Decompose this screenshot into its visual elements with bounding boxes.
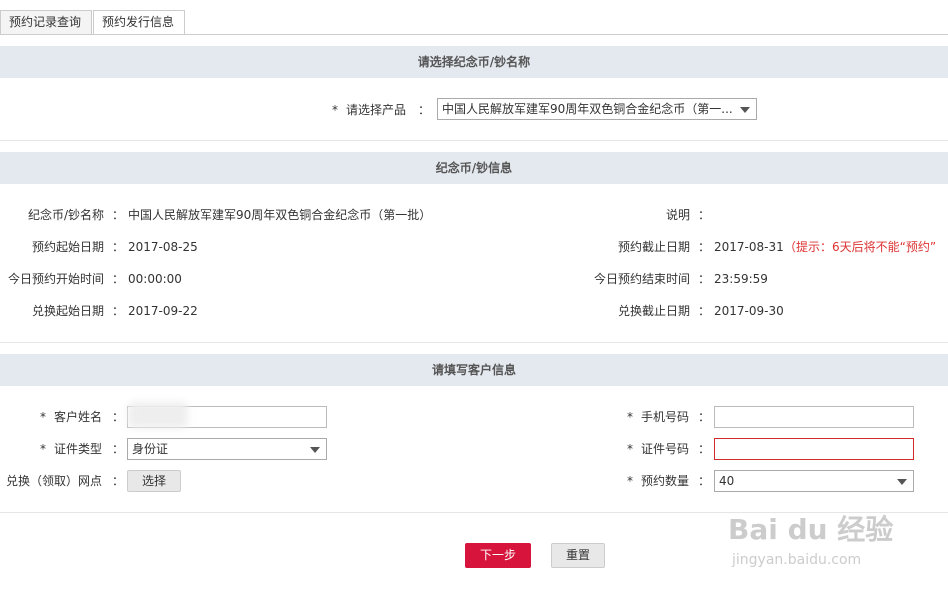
required-mark: * [627,410,633,424]
required-mark: * [332,103,338,117]
exchange-start-value: 2017-09-22 [128,304,198,318]
today-end-value: 23:59:59 [714,272,768,286]
required-mark: * [40,410,46,424]
chevron-down-icon [740,107,750,113]
coin-name-label: 纪念币/钞名称 [27,208,104,222]
section-coin-info-header: 纪念币/钞信息 [0,152,948,184]
product-label: 请选择产品 [346,103,407,117]
next-step-button[interactable]: 下一步 [465,543,531,568]
product-select-value: 中国人民解放军建军90周年双色铜合金纪念币（第一... [442,102,733,116]
colon: ： [698,410,711,424]
tab-reservation-info[interactable]: 预约发行信息 [93,10,185,34]
quantity-label: 预约数量 [641,474,690,488]
section-select-coin-header: 请选择纪念币/钞名称 [0,46,948,78]
divider [0,140,948,141]
product-select[interactable]: 中国人民解放军建军90周年双色铜合金纪念币（第一... [437,98,757,120]
select-branch-button[interactable]: 选择 [127,470,181,492]
phone-label: 手机号码 [641,410,690,424]
chevron-down-icon [310,447,320,453]
customer-name-label: 客户姓名 [54,410,103,424]
baidu-watermark-url: jingyan.baidu.com [732,552,862,568]
baidu-watermark-logo: Bai du 经验 [728,513,894,546]
required-mark: * [627,442,633,456]
today-start-label: 今日预约开始时间 [7,272,104,286]
description-label: 说明 [665,208,690,222]
tab-reservation-records[interactable]: 预约记录查询 [0,10,92,34]
colon: ： [698,304,711,318]
quantity-select[interactable]: 40 [714,470,914,492]
required-mark: * [627,474,633,488]
end-date-label: 预约截止日期 [617,240,690,254]
end-date-hint: （提示：6天后将不能“预约” [784,240,937,254]
colon: ： [112,304,125,318]
colon: ： [112,208,125,222]
id-type-select[interactable]: 身份证 [127,438,327,460]
colon: ： [112,240,125,254]
colon: ： [112,272,125,286]
phone-input[interactable] [714,406,914,428]
exchange-end-label: 兑换截止日期 [617,304,690,318]
today-end-label: 今日预约结束时间 [593,272,690,286]
section-customer-info-header: 请填写客户信息 [0,354,948,386]
exchange-start-label: 兑换起始日期 [31,304,104,318]
start-date-label: 预约起始日期 [31,240,104,254]
today-start-value: 00:00:00 [128,272,182,286]
required-mark: * [40,442,46,456]
exchange-end-value: 2017-09-30 [714,304,784,318]
coin-name-value: 中国人民解放军建军90周年双色铜合金纪念币（第一批） [128,208,432,222]
colon: ： [112,410,125,424]
colon: ： [418,103,431,117]
start-date-value: 2017-08-25 [128,240,198,254]
id-number-label: 证件号码 [641,442,690,456]
id-number-input[interactable] [714,438,914,460]
colon: ： [698,442,711,456]
colon: ： [112,474,125,488]
colon: ： [112,442,125,456]
divider [0,342,948,343]
id-type-label: 证件类型 [54,442,103,456]
colon: ： [698,240,711,254]
end-date-value: 2017-08-31 [714,240,784,254]
chevron-down-icon [897,479,907,485]
colon: ： [698,474,711,488]
colon: ： [698,272,711,286]
redacted-name-blur [128,402,188,428]
colon: ： [698,208,711,222]
quantity-value: 40 [719,474,735,488]
id-type-value: 身份证 [132,442,169,456]
reset-button[interactable]: 重置 [551,543,605,568]
branch-label: 兑换（领取）网点 [6,474,103,488]
tab-bar: 预约记录查询 预约发行信息 [0,0,948,35]
